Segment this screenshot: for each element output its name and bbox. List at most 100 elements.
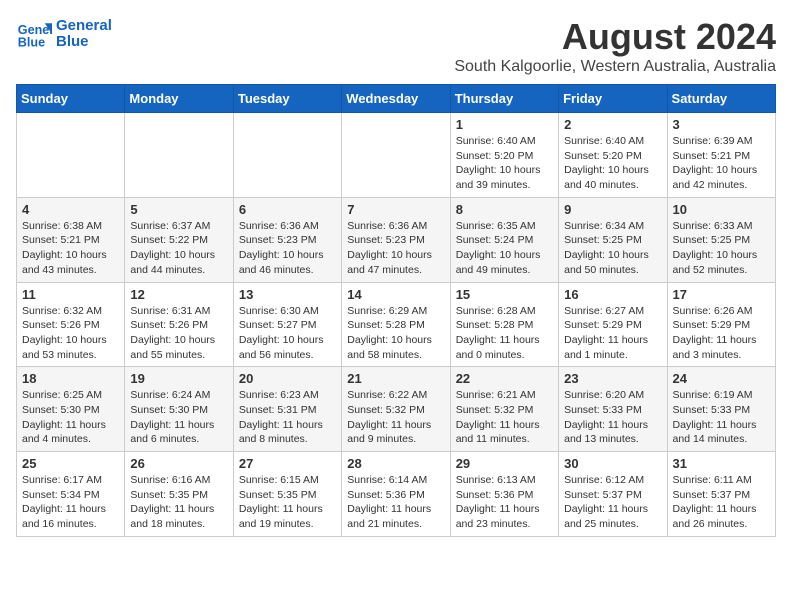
day-number: 11 <box>22 287 119 302</box>
day-number: 1 <box>456 117 553 132</box>
calendar-cell: 6 Sunrise: 6:36 AM Sunset: 5:23 PM Daylig… <box>233 197 341 282</box>
day-number: 13 <box>239 287 336 302</box>
calendar-cell: 31 Sunrise: 6:11 AM Sunset: 5:37 PM Dayli… <box>667 452 775 537</box>
day-number: 9 <box>564 202 661 217</box>
day-info: Sunrise: 6:37 AM Sunset: 5:22 PM Dayligh… <box>130 219 227 278</box>
day-number: 24 <box>673 371 770 386</box>
weekday-header-row: SundayMondayTuesdayWednesdayThursdayFrid… <box>17 85 776 113</box>
day-info: Sunrise: 6:36 AM Sunset: 5:23 PM Dayligh… <box>239 219 336 278</box>
day-info: Sunrise: 6:23 AM Sunset: 5:31 PM Dayligh… <box>239 388 336 447</box>
weekday-header-saturday: Saturday <box>667 85 775 113</box>
page-header: General Blue General Blue August 2024 So… <box>16 16 776 76</box>
calendar-cell: 8 Sunrise: 6:35 AM Sunset: 5:24 PM Daylig… <box>450 197 558 282</box>
calendar-cell: 11Sunrise: 6:32 AM Sunset: 5:26 PM Dayli… <box>17 282 125 367</box>
calendar-cell <box>342 113 450 198</box>
calendar-week-1: 1 Sunrise: 6:40 AM Sunset: 5:20 PM Daylig… <box>17 113 776 198</box>
calendar-cell: 21Sunrise: 6:22 AM Sunset: 5:32 PM Dayli… <box>342 367 450 452</box>
day-number: 19 <box>130 371 227 386</box>
logo: General Blue General Blue <box>16 16 112 52</box>
day-number: 2 <box>564 117 661 132</box>
day-number: 18 <box>22 371 119 386</box>
day-info: Sunrise: 6:40 AM Sunset: 5:20 PM Dayligh… <box>456 134 553 193</box>
calendar-week-4: 18 Sunrise: 6:25 AM Sunset: 5:30 PM Dayli… <box>17 367 776 452</box>
calendar-header: SundayMondayTuesdayWednesdayThursdayFrid… <box>17 85 776 113</box>
calendar-cell <box>17 113 125 198</box>
svg-text:Blue: Blue <box>18 36 45 50</box>
day-number: 15 <box>456 287 553 302</box>
calendar-cell: 16 Sunrise: 6:27 AM Sunset: 5:29 PM Dayli… <box>559 282 667 367</box>
day-info: Sunrise: 6:35 AM Sunset: 5:24 PM Dayligh… <box>456 219 553 278</box>
day-number: 25 <box>22 456 119 471</box>
day-number: 7 <box>347 202 444 217</box>
calendar-cell: 24 Sunrise: 6:19 AM Sunset: 5:33 PM Dayli… <box>667 367 775 452</box>
calendar-cell: 12 Sunrise: 6:31 AM Sunset: 5:26 PM Dayli… <box>125 282 233 367</box>
calendar-cell: 15 Sunrise: 6:28 AM Sunset: 5:28 PM Dayli… <box>450 282 558 367</box>
day-info: Sunrise: 6:25 AM Sunset: 5:30 PM Dayligh… <box>22 388 119 447</box>
day-number: 17 <box>673 287 770 302</box>
weekday-header-sunday: Sunday <box>17 85 125 113</box>
weekday-header-wednesday: Wednesday <box>342 85 450 113</box>
day-info: Sunrise: 6:17 AM Sunset: 5:34 PM Dayligh… <box>22 473 119 532</box>
day-number: 6 <box>239 202 336 217</box>
day-number: 30 <box>564 456 661 471</box>
day-number: 14 <box>347 287 444 302</box>
day-info: Sunrise: 6:22 AM Sunset: 5:32 PM Dayligh… <box>347 388 444 447</box>
calendar-cell: 18 Sunrise: 6:25 AM Sunset: 5:30 PM Dayli… <box>17 367 125 452</box>
calendar-cell <box>125 113 233 198</box>
day-number: 26 <box>130 456 227 471</box>
day-info: Sunrise: 6:26 AM Sunset: 5:29 PM Dayligh… <box>673 304 770 363</box>
day-info: Sunrise: 6:27 AM Sunset: 5:29 PM Dayligh… <box>564 304 661 363</box>
weekday-header-monday: Monday <box>125 85 233 113</box>
calendar-cell: 13 Sunrise: 6:30 AM Sunset: 5:27 PM Dayli… <box>233 282 341 367</box>
calendar-cell: 17 Sunrise: 6:26 AM Sunset: 5:29 PM Dayli… <box>667 282 775 367</box>
day-number: 3 <box>673 117 770 132</box>
day-number: 31 <box>673 456 770 471</box>
day-number: 20 <box>239 371 336 386</box>
subtitle: South Kalgoorlie, Western Australia, Aus… <box>454 58 776 76</box>
day-info: Sunrise: 6:30 AM Sunset: 5:27 PM Dayligh… <box>239 304 336 363</box>
day-info: Sunrise: 6:31 AM Sunset: 5:26 PM Dayligh… <box>130 304 227 363</box>
calendar-cell: 3 Sunrise: 6:39 AM Sunset: 5:21 PM Daylig… <box>667 113 775 198</box>
calendar-cell: 29 Sunrise: 6:13 AM Sunset: 5:36 PM Dayli… <box>450 452 558 537</box>
day-info: Sunrise: 6:13 AM Sunset: 5:36 PM Dayligh… <box>456 473 553 532</box>
calendar-cell: 20 Sunrise: 6:23 AM Sunset: 5:31 PM Dayli… <box>233 367 341 452</box>
calendar-body: 1 Sunrise: 6:40 AM Sunset: 5:20 PM Daylig… <box>17 113 776 537</box>
day-info: Sunrise: 6:33 AM Sunset: 5:25 PM Dayligh… <box>673 219 770 278</box>
day-number: 22 <box>456 371 553 386</box>
calendar-cell: 2Sunrise: 6:40 AM Sunset: 5:20 PM Daylig… <box>559 113 667 198</box>
day-info: Sunrise: 6:11 AM Sunset: 5:37 PM Dayligh… <box>673 473 770 532</box>
day-number: 10 <box>673 202 770 217</box>
calendar-cell: 27 Sunrise: 6:15 AM Sunset: 5:35 PM Dayli… <box>233 452 341 537</box>
day-number: 29 <box>456 456 553 471</box>
day-info: Sunrise: 6:16 AM Sunset: 5:35 PM Dayligh… <box>130 473 227 532</box>
calendar-cell: 25 Sunrise: 6:17 AM Sunset: 5:34 PM Dayli… <box>17 452 125 537</box>
main-title: August 2024 <box>454 16 776 58</box>
day-info: Sunrise: 6:34 AM Sunset: 5:25 PM Dayligh… <box>564 219 661 278</box>
calendar-week-2: 4Sunrise: 6:38 AM Sunset: 5:21 PM Daylig… <box>17 197 776 282</box>
calendar-cell: 19Sunrise: 6:24 AM Sunset: 5:30 PM Dayli… <box>125 367 233 452</box>
calendar-cell: 28Sunrise: 6:14 AM Sunset: 5:36 PM Dayli… <box>342 452 450 537</box>
calendar-week-3: 11Sunrise: 6:32 AM Sunset: 5:26 PM Dayli… <box>17 282 776 367</box>
day-info: Sunrise: 6:21 AM Sunset: 5:32 PM Dayligh… <box>456 388 553 447</box>
day-number: 27 <box>239 456 336 471</box>
day-number: 12 <box>130 287 227 302</box>
day-info: Sunrise: 6:14 AM Sunset: 5:36 PM Dayligh… <box>347 473 444 532</box>
calendar-cell: 5 Sunrise: 6:37 AM Sunset: 5:22 PM Daylig… <box>125 197 233 282</box>
calendar-cell: 4Sunrise: 6:38 AM Sunset: 5:21 PM Daylig… <box>17 197 125 282</box>
day-info: Sunrise: 6:19 AM Sunset: 5:33 PM Dayligh… <box>673 388 770 447</box>
calendar-week-5: 25 Sunrise: 6:17 AM Sunset: 5:34 PM Dayli… <box>17 452 776 537</box>
day-number: 5 <box>130 202 227 217</box>
calendar-cell: 30Sunrise: 6:12 AM Sunset: 5:37 PM Dayli… <box>559 452 667 537</box>
logo-icon: General Blue <box>16 16 52 52</box>
day-info: Sunrise: 6:28 AM Sunset: 5:28 PM Dayligh… <box>456 304 553 363</box>
day-number: 16 <box>564 287 661 302</box>
calendar-table: SundayMondayTuesdayWednesdayThursdayFrid… <box>16 84 776 537</box>
day-number: 8 <box>456 202 553 217</box>
day-info: Sunrise: 6:15 AM Sunset: 5:35 PM Dayligh… <box>239 473 336 532</box>
calendar-cell: 10 Sunrise: 6:33 AM Sunset: 5:25 PM Dayli… <box>667 197 775 282</box>
day-info: Sunrise: 6:38 AM Sunset: 5:21 PM Dayligh… <box>22 219 119 278</box>
weekday-header-tuesday: Tuesday <box>233 85 341 113</box>
weekday-header-friday: Friday <box>559 85 667 113</box>
logo-text-line2: Blue <box>56 34 112 51</box>
day-info: Sunrise: 6:39 AM Sunset: 5:21 PM Dayligh… <box>673 134 770 193</box>
